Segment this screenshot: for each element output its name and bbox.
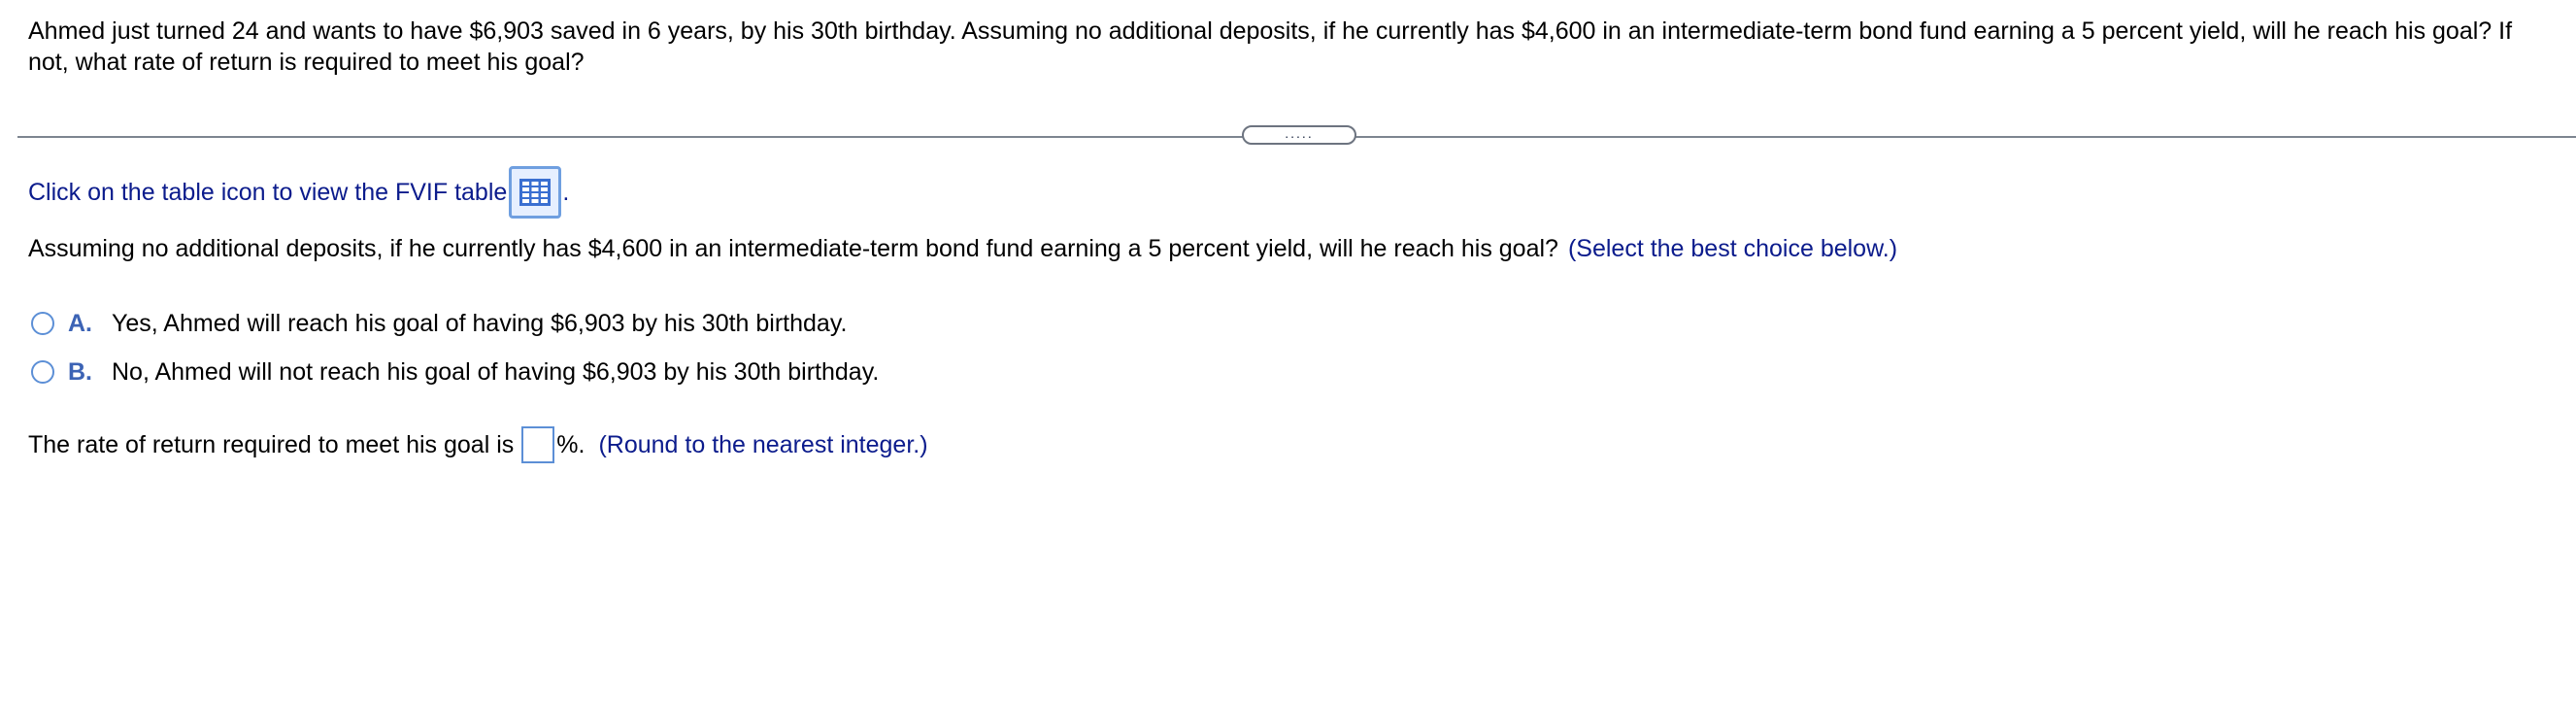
choice-b-letter: B.	[68, 358, 92, 386]
rate-of-return-row: The rate of return required to meet his …	[28, 426, 928, 463]
select-hint: (Select the best choice below.)	[1567, 235, 1898, 262]
rate-prefix: The rate of return required to meet his …	[28, 431, 515, 458]
rate-answer-input[interactable]	[521, 426, 555, 463]
fvif-table-link-row: Click on the table icon to view the FVIF…	[28, 166, 569, 219]
sub-question: Assuming no additional deposits, if he c…	[28, 233, 1897, 264]
round-hint: (Round to the nearest integer.)	[598, 431, 928, 458]
choice-a[interactable]: A. Yes, Ahmed will reach his goal of hav…	[28, 308, 847, 339]
sub-question-text: Assuming no additional deposits, if he c…	[28, 235, 1558, 262]
choice-b-text: No, Ahmed will not reach his goal of hav…	[112, 358, 880, 386]
choice-a-text: Yes, Ahmed will reach his goal of having…	[112, 310, 848, 337]
expand-question-button[interactable]: .....	[1242, 125, 1356, 145]
percent-suffix: %.	[556, 431, 585, 458]
link-period: .	[562, 179, 570, 206]
choice-b[interactable]: B. No, Ahmed will not reach his goal of …	[28, 356, 879, 388]
fvif-table-link-text: Click on the table icon to view the FVIF…	[28, 179, 508, 206]
choice-b-radio[interactable]	[31, 360, 54, 384]
choice-a-radio[interactable]	[31, 312, 54, 335]
table-icon[interactable]	[509, 166, 562, 219]
question-text: Ahmed just turned 24 and wants to have $…	[28, 17, 2513, 76]
question-page: Ahmed just turned 24 and wants to have $…	[0, 0, 2576, 710]
choice-a-letter: A.	[68, 310, 92, 337]
